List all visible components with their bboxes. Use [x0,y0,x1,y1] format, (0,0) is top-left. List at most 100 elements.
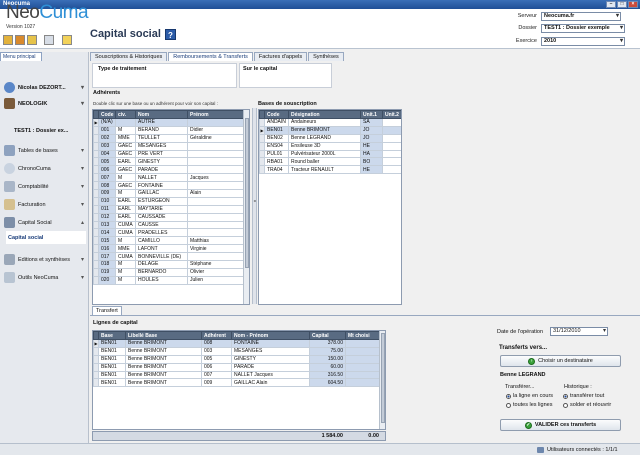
toolbar-key-icon[interactable] [27,35,37,45]
dossier-select[interactable]: TEST1 : Dossier exemple [541,24,625,33]
nav-item-chronocuma[interactable]: ChronoCuma ▾ [2,162,87,175]
clock-icon [4,163,15,174]
col-unit1[interactable]: Unit.1 [360,110,383,119]
minimize-button[interactable]: – [606,1,616,8]
col-mt-choisi[interactable]: Mt choisi [345,331,382,340]
table-row[interactable]: 015 M CAMILLO Matthias [93,236,245,246]
table-row[interactable]: 007 M NALLET Jacques [93,173,245,183]
table-cell: 014 [98,228,116,238]
maximize-button[interactable]: □ [617,1,627,8]
table-row[interactable]: BEN01 Benne BRIMONT 005 GINESTY 150.00 [93,354,382,364]
table-row[interactable]: 001 M BERAND Didier [93,125,245,135]
table-row[interactable]: 004 GAEC PRE VERT [93,149,245,159]
radio-toutes-lignes[interactable]: toutes les lignes [506,402,552,408]
radio-transferer-tout[interactable]: transférer tout [563,393,604,399]
nav-item-outils[interactable]: Outils NeoCuma ▾ [2,271,87,284]
table-row[interactable]: ▶ BEN01 Benne BRIMONT 008 FONTAINE 378.00 [93,339,382,348]
help-button[interactable]: ? [165,29,176,40]
table-row[interactable]: PUL01 Pulvérisateur 2000L HA [259,149,401,159]
table-row[interactable]: ▶ BEN01 Benne BRIMONT JO [259,125,401,135]
table-row[interactable]: BEN01 Benne BRIMONT 003 MESANGES 75.00 [93,346,382,356]
table-cell [187,252,245,262]
arrow-right-icon: › [528,357,536,365]
table-cell: Alain [187,189,245,198]
radio-solder-reouvrir[interactable]: solder et réouvrir [563,402,611,408]
col-nom[interactable]: Nom [135,110,188,119]
col-adherent[interactable]: Adhérent [201,331,232,340]
close-button[interactable]: × [628,1,638,8]
table-cell: HE [360,165,383,175]
table-row[interactable]: 016 MME LAFONT Virginie [93,244,245,254]
toolbar-save-icon[interactable] [44,35,54,45]
table-row[interactable]: 018 M DELAGE Stéphane [93,260,245,269]
table-row[interactable]: RBA01 Round baller BO [259,157,401,167]
tab-remboursements[interactable]: Remboursements & Transferts [168,52,253,61]
col-unit2[interactable]: Unit.2 [382,110,401,119]
table-cell: GAILLAC Alain [231,378,310,388]
toolbar-tools-icon[interactable] [15,35,25,45]
exercice-select[interactable]: 2010 [541,37,625,46]
col-nom-prenom[interactable]: Nom - Prénom [231,331,310,340]
table-row[interactable]: BEN01 Benne BRIMONT 006 PARADE 60.00 [93,362,382,372]
table-cell: 012 [98,212,116,222]
table-row[interactable]: BEN01 Benne BRIMONT 009 GAILLAC Alain 604.50 [93,378,382,388]
nav-item-comptabilite[interactable]: Comptabilité ▾ [2,180,87,193]
total-choisi: 0.00 [368,433,379,439]
date-picker[interactable]: 31/12/2010 [550,327,608,336]
table-cell: GAEC [115,165,136,175]
col-prenom[interactable]: Prénom [187,110,245,119]
table-row[interactable]: 020 M HOULES Julien [93,275,245,285]
col-libelle[interactable]: Libellé Base [125,331,202,340]
table-cell: 007 [98,173,116,183]
tab-souscriptions[interactable]: Souscriptions & Historiques [90,52,168,61]
server-select[interactable]: Neocuma.fr [541,12,621,21]
table-row[interactable]: ANDAIN Andaineurs SA [259,118,401,127]
tab-factures[interactable]: Factures d'appels [253,52,308,61]
table-row[interactable]: 012 EARL CAUSSADE [93,212,245,222]
nav-user[interactable]: Nicolas DEZORT... ▾ [2,81,87,94]
table-row[interactable]: 010 EARL ESTURGEON [93,196,245,206]
table-row[interactable]: 014 CUMA PRADELLES [93,228,245,238]
table-row[interactable]: ENS04 Ensileuse 3D HE [259,141,401,151]
table-row[interactable]: 011 EARL MAYTARIE [93,204,245,214]
nav-item-editions[interactable]: Editions et synthèses ▾ [2,253,87,266]
table-row[interactable]: BEN02 Benne LEGRAND JO [259,133,401,143]
transferer-label: Transférer... [505,384,535,390]
tab-menu-principal[interactable]: Menu principal [0,52,42,61]
table-row[interactable]: 002 MME TEULLET Géraldine [93,133,245,143]
toolbar-folder-icon[interactable] [3,35,13,45]
table-row[interactable]: ▶ (N/A) AUTRE [93,118,245,127]
col-capital[interactable]: Capital [309,331,346,340]
table-cell: Benne BRIMONT [288,125,361,135]
toolbar-note-icon[interactable] [62,35,72,45]
col-code[interactable]: Code [264,110,289,119]
table-row[interactable]: 009 M GAILLAC Alain [93,189,245,198]
table-cell: Ensileuse 3D [288,141,361,151]
adherents-scrollbar[interactable] [243,110,249,304]
lignes-scrollbar[interactable] [379,331,385,429]
col-civ[interactable]: civ. [115,110,136,119]
tab-transfert[interactable]: Transfert [92,306,122,315]
table-row[interactable]: 017 CUMA BONNEVILLE (DE) [93,252,245,262]
nav-item-capital-social-group[interactable]: Capital Social ▴ [2,216,87,229]
table-row[interactable]: BEN01 Benne BRIMONT 007 NALLET Jacques 316.5… [93,370,382,380]
table-row[interactable]: 019 M BERNARDO Olivier [93,267,245,277]
table-row[interactable]: 013 CUMA CAUSSE [93,220,245,230]
nav-item-tables-de-bases[interactable]: Tables de bases ▾ [2,144,87,157]
radio-ligne-en-cours[interactable]: la ligne en cours [506,393,553,399]
choose-destinataire-button[interactable]: › Choisir un destinataire [500,355,621,367]
table-row[interactable]: 005 EARL GINESTY [93,157,245,167]
table-row[interactable]: 003 GAEC MESANGES [93,141,245,151]
col-code[interactable]: Code [98,110,116,119]
table-row[interactable]: 008 GAEC FONTAINE [93,181,245,191]
tab-syntheses[interactable]: Synthèses [308,52,344,61]
col-base[interactable]: Base [98,331,126,340]
panel-splitter[interactable]: ◂ [252,108,257,304]
table-row[interactable]: 006 GAEC PARADE [93,165,245,175]
nav-item-facturation[interactable]: Facturation ▾ [2,198,87,211]
nav-item-capital-social[interactable]: Capital social [6,231,86,244]
nav-company[interactable]: NEOLOGIK ▾ [2,97,87,110]
col-designation[interactable]: Désignation [288,110,361,119]
validate-transfers-button[interactable]: ✓ VALIDER ces transferts [500,419,621,431]
table-row[interactable]: TRA04 Tracteur RENAULT HE [259,165,401,175]
